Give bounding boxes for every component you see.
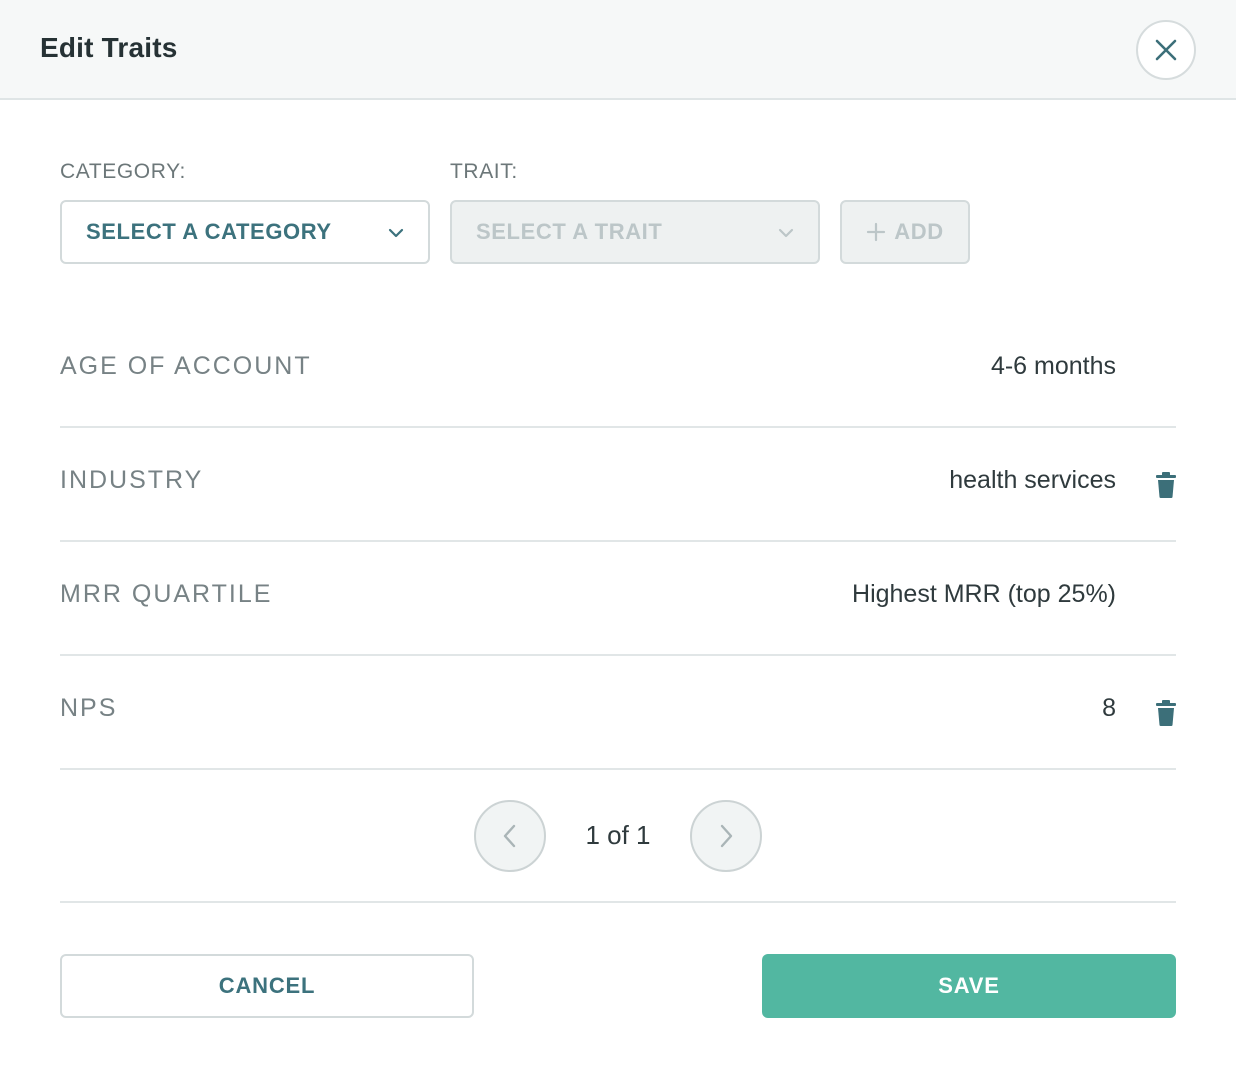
cancel-button[interactable]: CANCEL xyxy=(60,954,474,1018)
edit-traits-dialog: Edit Traits CATEGORY: TRAIT: SELECT A CA… xyxy=(0,0,1236,1078)
trait-value: Highest MRR (top 25%) xyxy=(852,580,1116,608)
trait-row: NPS 8 xyxy=(60,656,1176,770)
add-label: ADD xyxy=(894,219,944,244)
trait-name: NPS xyxy=(60,694,118,722)
trait-name: AGE OF ACCOUNT xyxy=(60,352,312,380)
dialog-header: Edit Traits xyxy=(0,0,1236,100)
trait-value: health services xyxy=(949,466,1116,494)
trait-row: MRR QUARTILE Highest MRR (top 25%) xyxy=(60,542,1176,656)
dialog-title: Edit Traits xyxy=(40,32,178,63)
chevron-right-icon xyxy=(720,824,733,848)
chevron-down-icon xyxy=(778,228,794,238)
chevron-down-icon xyxy=(388,228,404,238)
close-button[interactable] xyxy=(1136,20,1196,80)
save-button[interactable]: SAVE xyxy=(762,954,1176,1018)
trait-row: AGE OF ACCOUNT 4-6 months xyxy=(60,314,1176,428)
trait-name: INDUSTRY xyxy=(60,466,204,494)
previous-page-button[interactable] xyxy=(474,800,546,872)
trait-select[interactable]: SELECT A TRAIT xyxy=(450,200,820,264)
trait-row: INDUSTRY health services xyxy=(60,428,1176,542)
close-icon xyxy=(1155,39,1177,61)
trait-value: 8 xyxy=(1102,694,1116,722)
next-page-button[interactable] xyxy=(690,800,762,872)
plus-icon xyxy=(867,222,886,242)
cancel-label: CANCEL xyxy=(218,973,316,998)
trait-name: MRR QUARTILE xyxy=(60,580,273,608)
add-trait-button[interactable]: ADD xyxy=(840,200,970,264)
trait-label: TRAIT: xyxy=(450,160,518,183)
category-label: CATEGORY: xyxy=(60,160,186,183)
trait-select-value: SELECT A TRAIT xyxy=(476,219,663,244)
page-indicator: 1 of 1 xyxy=(585,820,651,850)
chevron-left-icon xyxy=(503,824,516,848)
trait-value: 4-6 months xyxy=(990,352,1116,380)
trash-icon[interactable] xyxy=(1156,700,1176,726)
trash-icon[interactable] xyxy=(1156,472,1176,498)
save-label: SAVE xyxy=(938,973,1000,998)
category-select-value: SELECT A CATEGORY xyxy=(86,219,332,244)
footer-divider xyxy=(60,901,1176,903)
category-select[interactable]: SELECT A CATEGORY xyxy=(60,200,430,264)
